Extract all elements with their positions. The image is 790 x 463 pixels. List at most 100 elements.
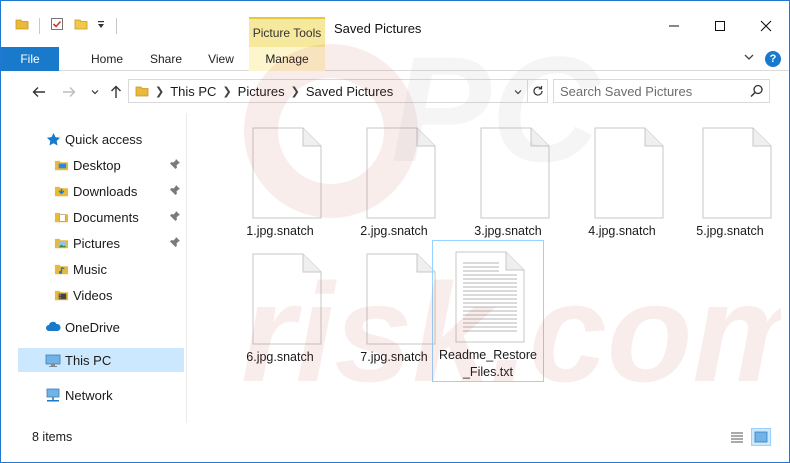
properties-icon[interactable] xyxy=(50,17,64,36)
file-name: 6.jpg.snatch xyxy=(246,350,314,364)
nav-label: Desktop xyxy=(73,157,121,173)
pin-icon[interactable] xyxy=(169,158,181,173)
large-icons-view-icon[interactable] xyxy=(751,428,771,446)
address-history-icon[interactable] xyxy=(513,85,523,100)
ribbon-controls: ? xyxy=(743,50,781,68)
blank-file-icon xyxy=(366,127,436,224)
file-item[interactable]: 6.jpg.snatch xyxy=(224,245,336,385)
nav-label: Music xyxy=(73,261,107,277)
nav-item-documents[interactable]: Documents xyxy=(53,205,181,229)
nav-quick-access[interactable]: Quick access xyxy=(45,127,142,151)
picture-tools-context-tab: Picture Tools xyxy=(249,17,325,47)
text-file-icon xyxy=(455,251,525,348)
cloud-icon xyxy=(45,319,61,335)
file-name: Readme_Restore_Files.txt xyxy=(439,348,537,379)
nav-label: Documents xyxy=(73,209,139,225)
nav-label: Videos xyxy=(73,287,113,303)
chevron-right-icon: ❯ xyxy=(222,85,232,98)
documents-icon xyxy=(53,209,69,225)
nav-label: Pictures xyxy=(73,235,120,251)
tab-view[interactable]: View xyxy=(194,47,248,71)
nav-item-desktop[interactable]: Desktop xyxy=(53,153,181,177)
blank-file-icon xyxy=(594,127,664,224)
file-name: 3.jpg.snatch xyxy=(474,224,542,238)
pictures-folder-icon xyxy=(135,84,149,98)
blank-file-icon xyxy=(252,253,322,350)
star-icon xyxy=(45,131,61,147)
nav-label: OneDrive xyxy=(65,319,120,335)
pin-icon[interactable] xyxy=(169,184,181,199)
nav-label: Network xyxy=(65,387,113,403)
file-item[interactable]: 4.jpg.snatch xyxy=(566,119,678,259)
downloads-icon xyxy=(53,183,69,199)
blank-file-icon xyxy=(252,127,322,224)
nav-item-videos[interactable]: Videos xyxy=(53,283,113,307)
nav-label: Quick access xyxy=(65,131,143,147)
music-icon xyxy=(53,261,69,277)
search-input[interactable] xyxy=(554,80,734,102)
pictures-icon xyxy=(53,235,69,251)
tab-manage[interactable]: Manage xyxy=(249,47,325,71)
file-item[interactable]: 3.jpg.snatch xyxy=(452,119,564,259)
window-controls xyxy=(651,11,789,41)
network-icon xyxy=(45,387,61,403)
quick-access-toolbar xyxy=(15,15,117,37)
minimize-button[interactable] xyxy=(651,11,697,41)
help-icon[interactable]: ? xyxy=(765,51,781,67)
breadcrumb-saved-pictures[interactable]: Saved Pictures xyxy=(306,84,393,99)
customize-toolbar-icon[interactable] xyxy=(96,20,106,33)
view-switcher xyxy=(727,428,771,446)
videos-icon xyxy=(53,287,69,303)
file-item[interactable]: 1.jpg.snatch xyxy=(224,119,336,259)
address-row: ❯ This PC ❯ Pictures ❯ Saved Pictures xyxy=(1,72,789,112)
window-title: Saved Pictures xyxy=(334,21,422,36)
file-item[interactable]: 5.jpg.snatch xyxy=(674,119,786,259)
nav-network[interactable]: Network xyxy=(45,383,113,407)
close-button[interactable] xyxy=(743,11,789,41)
title-bar: Picture Tools Saved Pictures xyxy=(1,1,789,47)
search-box xyxy=(553,79,770,103)
blank-file-icon xyxy=(366,253,436,350)
nav-onedrive[interactable]: OneDrive xyxy=(45,315,120,339)
tab-file[interactable]: File xyxy=(1,47,59,71)
ribbon-tabs: File Home Share View Manage ? xyxy=(1,47,789,71)
nav-item-downloads[interactable]: Downloads xyxy=(53,179,181,203)
maximize-button[interactable] xyxy=(697,11,743,41)
item-count: 8 items xyxy=(32,430,73,444)
folder-icon[interactable] xyxy=(15,17,29,36)
recent-locations-button[interactable] xyxy=(85,82,105,102)
computer-icon xyxy=(45,352,61,368)
forward-button[interactable] xyxy=(59,82,79,102)
file-item[interactable]: Readme_Restore_Files.txt xyxy=(432,240,544,382)
nav-item-music[interactable]: Music xyxy=(53,257,107,281)
search-icon[interactable] xyxy=(750,84,764,103)
file-name: 1.jpg.snatch xyxy=(246,224,314,238)
file-item[interactable]: 2.jpg.snatch xyxy=(338,119,450,259)
toolbar-divider xyxy=(116,18,117,34)
breadcrumb-pictures[interactable]: Pictures xyxy=(238,84,285,99)
file-name: 4.jpg.snatch xyxy=(588,224,656,238)
blank-file-icon xyxy=(702,127,772,224)
back-button[interactable] xyxy=(29,82,49,102)
up-button[interactable] xyxy=(106,82,126,102)
file-list: 1.jpg.snatch 2.jpg.snatch 3.jpg.snatch 4… xyxy=(188,113,788,423)
expand-ribbon-icon[interactable] xyxy=(743,50,755,68)
toolbar-divider xyxy=(39,18,40,34)
blank-file-icon xyxy=(480,127,550,224)
nav-item-pictures[interactable]: Pictures xyxy=(53,231,181,255)
nav-label: Downloads xyxy=(73,183,138,199)
navigation-pane: Quick access Desktop Downloads Documents… xyxy=(1,113,187,423)
chevron-right-icon: ❯ xyxy=(290,85,300,98)
chevron-right-icon: ❯ xyxy=(155,85,165,98)
address-bar[interactable]: ❯ This PC ❯ Pictures ❯ Saved Pictures xyxy=(128,79,528,103)
breadcrumb-this-pc[interactable]: This PC xyxy=(170,84,216,99)
new-folder-icon[interactable] xyxy=(74,17,88,36)
pin-icon[interactable] xyxy=(169,210,181,225)
refresh-button[interactable] xyxy=(528,79,548,103)
details-view-icon[interactable] xyxy=(727,428,747,446)
file-name: 2.jpg.snatch xyxy=(360,224,428,238)
tab-share[interactable]: Share xyxy=(138,47,194,71)
tab-home[interactable]: Home xyxy=(76,47,138,71)
nav-this-pc[interactable]: This PC xyxy=(18,348,184,372)
pin-icon[interactable] xyxy=(169,236,181,251)
